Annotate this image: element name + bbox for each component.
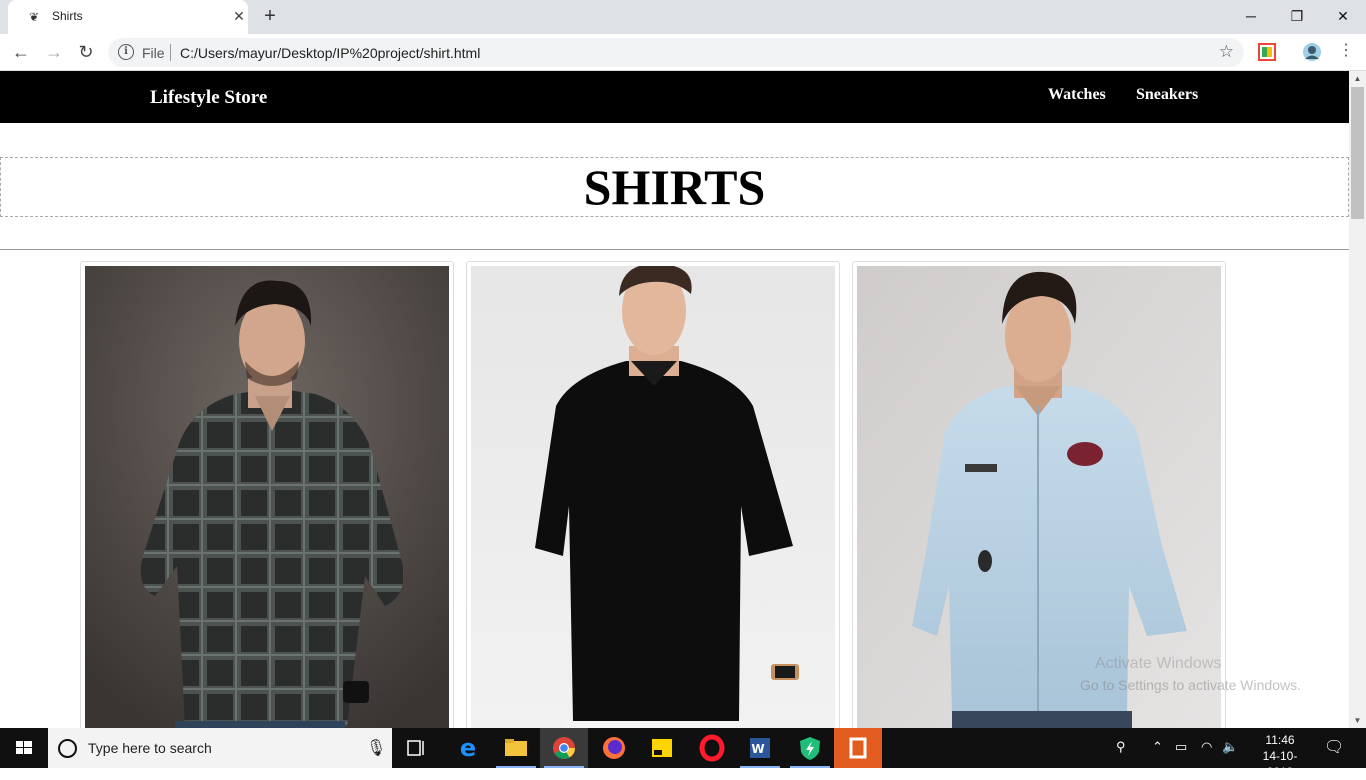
product-image-checked-shirt[interactable]: [85, 266, 449, 728]
divider: [170, 44, 171, 61]
menu-icon[interactable]: ⋮: [1338, 42, 1354, 60]
word-icon[interactable]: W: [736, 728, 784, 768]
back-button[interactable]: ←: [8, 39, 34, 65]
info-icon[interactable]: i: [118, 44, 134, 60]
people-icon[interactable]: ⚲: [1116, 739, 1126, 755]
chrome-icon: [553, 737, 575, 759]
extension-icon[interactable]: [1258, 43, 1276, 61]
microphone-icon[interactable]: 🎙: [366, 738, 386, 758]
svg-text:e: e: [460, 734, 476, 762]
tab-strip: ❦ Shirts ✕ + ─ ❐ ✕: [0, 0, 1366, 34]
site-navbar: Lifestyle Store Watches Sneakers: [0, 71, 1349, 123]
cortana-icon: [58, 739, 77, 758]
bookmark-star-icon[interactable]: ☆: [1219, 42, 1234, 62]
product-card-1[interactable]: [80, 261, 454, 728]
page-viewport: Lifestyle Store Watches Sneakers SHIRTS: [0, 71, 1349, 728]
scroll-thumb[interactable]: [1351, 87, 1364, 219]
firefox-icon[interactable]: [590, 728, 638, 768]
clock-time: 11:46: [1265, 733, 1295, 747]
profile-avatar-icon[interactable]: [1302, 42, 1322, 62]
windows-taskbar: Type here to search 🎙 e W ⚲ ⌃ ▭ ◠ 🔈 11:4…: [0, 728, 1366, 779]
taskbar-clock[interactable]: 11:46 14-10-2019: [1256, 732, 1304, 780]
office-icon[interactable]: [834, 728, 882, 768]
taskbar-search-box[interactable]: Type here to search 🎙: [48, 728, 392, 768]
product-card-2[interactable]: [466, 261, 840, 728]
activate-windows-subtitle: Go to Settings to activate Windows.: [1080, 677, 1301, 693]
nav-link-sneakers[interactable]: Sneakers: [1136, 86, 1198, 104]
browser-toolbar: ← → ↻ i File C:/Users/mayur/Desktop/IP%2…: [0, 34, 1366, 71]
notifications-icon[interactable]: 🗨: [1324, 737, 1344, 757]
new-tab-button[interactable]: +: [259, 5, 281, 27]
nav-link-watches[interactable]: Watches: [1048, 86, 1106, 104]
scroll-up-icon[interactable]: ▲: [1349, 71, 1366, 86]
file-explorer-icon[interactable]: [492, 728, 540, 768]
battery-icon[interactable]: ▭: [1175, 739, 1187, 755]
sticky-notes-icon[interactable]: [638, 728, 686, 768]
search-placeholder: Type here to search: [88, 740, 212, 756]
scroll-down-icon[interactable]: ▼: [1349, 713, 1366, 728]
opera-icon[interactable]: [688, 728, 736, 768]
shield-app-icon[interactable]: [786, 728, 834, 768]
edge-browser-icon[interactable]: e: [444, 728, 492, 768]
close-tab-icon[interactable]: ✕: [230, 7, 248, 25]
clock-date: 14-10-2019: [1262, 749, 1298, 779]
page-title: SHIRTS: [583, 159, 766, 215]
show-hidden-icons-chevron-icon[interactable]: ⌃: [1152, 739, 1163, 755]
product-image-black-shirt[interactable]: [471, 266, 835, 728]
start-button-windows-icon[interactable]: [0, 728, 48, 768]
page-icon: ❦: [28, 10, 40, 24]
file-label: File: [142, 45, 165, 61]
page-scrollbar[interactable]: ▲ ▼: [1349, 71, 1366, 728]
address-bar[interactable]: i File C:/Users/mayur/Desktop/IP%20proje…: [108, 38, 1244, 67]
task-view-icon[interactable]: [392, 728, 440, 768]
url-text[interactable]: C:/Users/mayur/Desktop/IP%20project/shir…: [180, 45, 480, 61]
svg-text:W: W: [751, 742, 764, 756]
tab-title: Shirts: [52, 9, 83, 23]
volume-icon[interactable]: 🔈: [1222, 739, 1238, 755]
divider: [0, 249, 1349, 250]
chrome-taskbar-button[interactable]: [540, 728, 588, 768]
browser-tab[interactable]: ❦ Shirts ✕: [8, 0, 248, 34]
heading-container: SHIRTS: [0, 157, 1349, 217]
brand-link[interactable]: Lifestyle Store: [150, 87, 267, 109]
close-window-button[interactable]: ✕: [1320, 4, 1366, 28]
forward-button[interactable]: →: [41, 39, 67, 65]
restore-button[interactable]: ❐: [1274, 4, 1320, 28]
reload-button[interactable]: ↻: [73, 39, 99, 65]
activate-windows-title: Activate Windows: [1095, 655, 1222, 672]
wifi-icon[interactable]: ◠: [1201, 739, 1212, 755]
minimize-button[interactable]: ─: [1228, 4, 1274, 28]
